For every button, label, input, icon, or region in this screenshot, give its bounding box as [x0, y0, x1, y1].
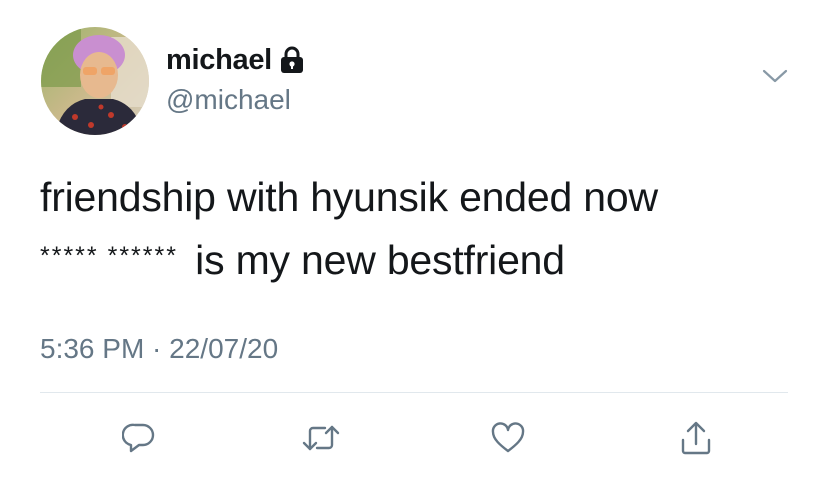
like-button[interactable] [484, 414, 532, 462]
reply-icon [122, 423, 155, 453]
retweet-button[interactable] [297, 414, 345, 462]
censored-name: ***** ****** [40, 242, 178, 270]
tweet-line-2: ***** ****** is my new bestfriend [40, 227, 800, 290]
timestamp[interactable]: 5:36 PM · 22/07/20 [40, 333, 278, 365]
lock-icon [280, 46, 304, 74]
chevron-down-icon[interactable] [760, 64, 790, 88]
handle[interactable]: @michael [166, 84, 291, 116]
share-button[interactable] [672, 414, 720, 462]
tweet-text: friendship with hyunsik ended now ***** … [40, 168, 800, 290]
author-name-row[interactable]: michael [166, 42, 304, 78]
share-icon [681, 421, 711, 455]
tweet-line-1: friendship with hyunsik ended now [40, 174, 658, 220]
heart-icon [491, 422, 525, 453]
avatar[interactable] [41, 27, 149, 135]
display-name[interactable]: michael [166, 44, 272, 77]
divider [40, 392, 788, 393]
retweet-icon [302, 425, 340, 451]
profile-photo [41, 27, 149, 135]
tweet-line-2-text: is my new bestfriend [195, 237, 565, 283]
reply-button[interactable] [115, 414, 163, 462]
